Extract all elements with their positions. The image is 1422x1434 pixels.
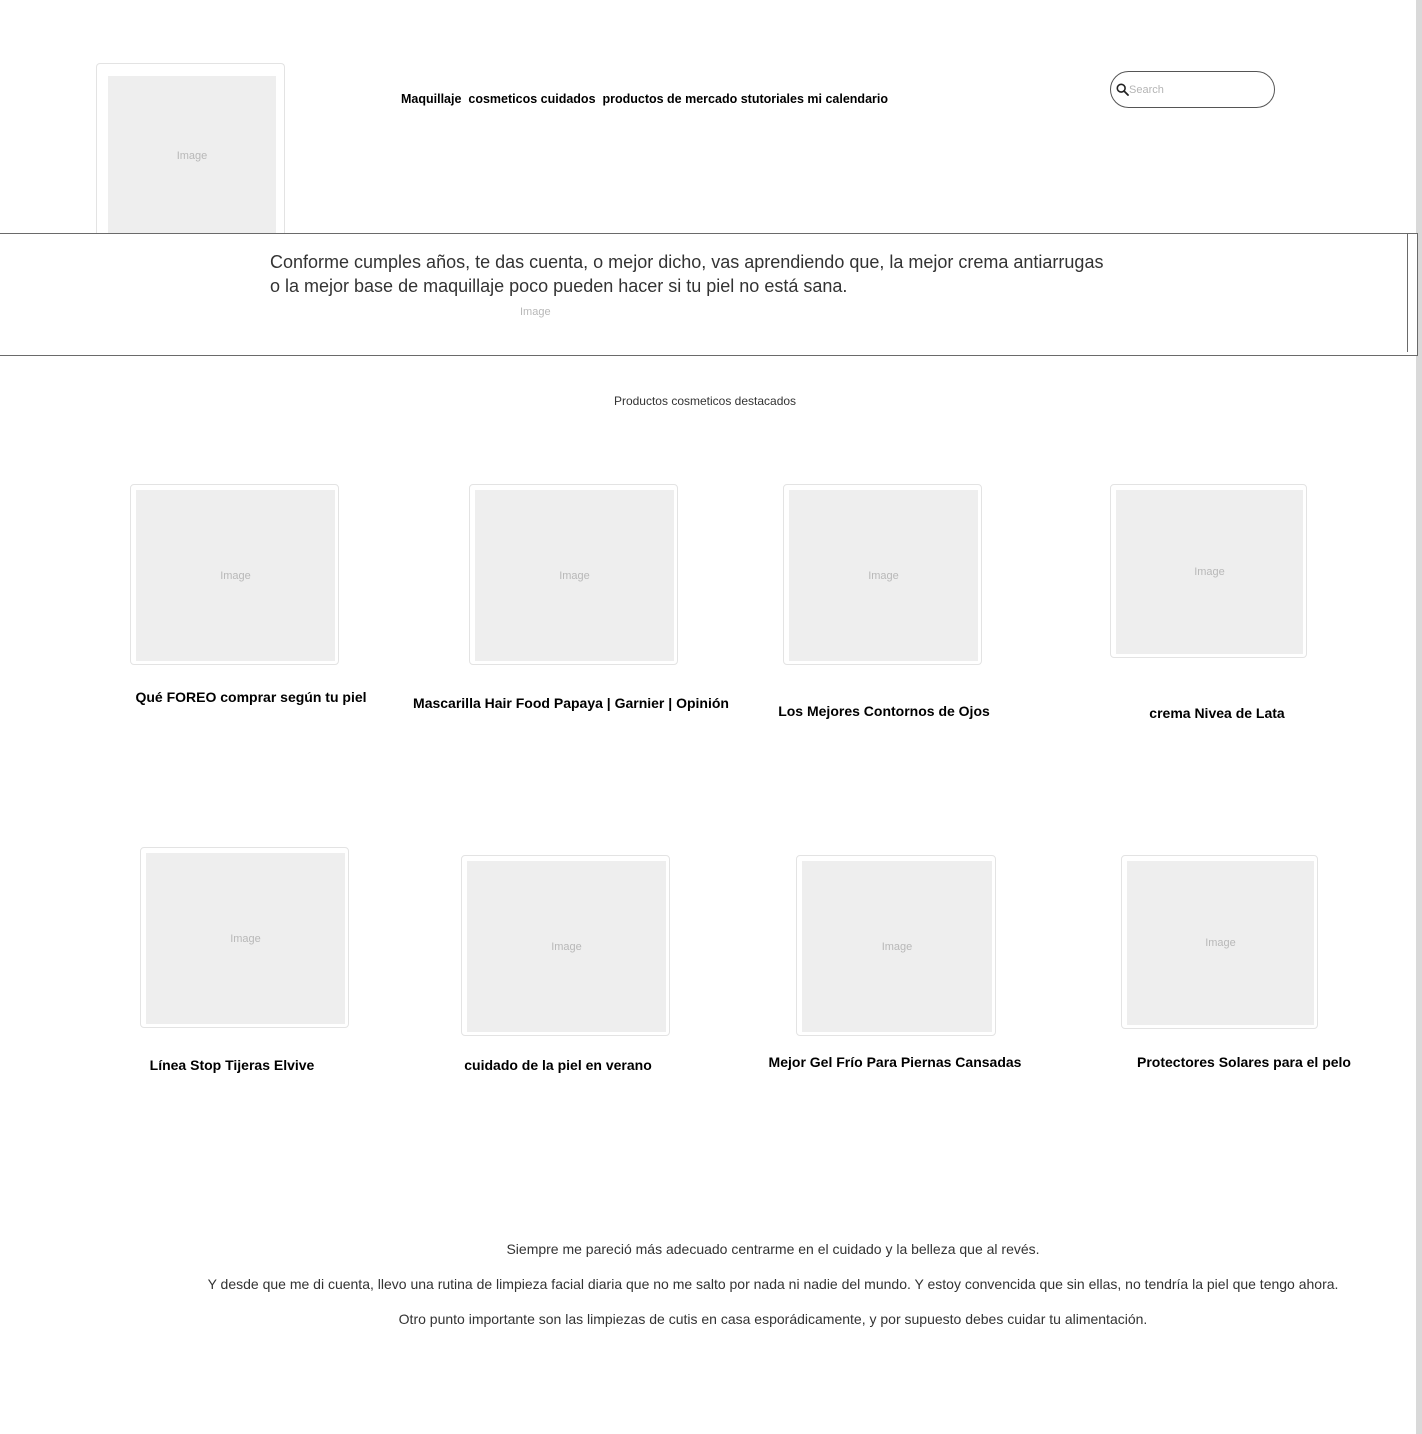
product-image-placeholder: Image — [136, 490, 335, 661]
nav-item-stutoriales[interactable]: stutoriales — [741, 92, 804, 106]
banner-line-2: o la mejor base de maquillaje poco puede… — [270, 276, 848, 296]
page-right-edge — [1416, 0, 1422, 1434]
product-title-8[interactable]: Protectores Solares para el pelo — [1137, 1054, 1351, 1070]
product-image-4[interactable]: Image — [1110, 484, 1307, 658]
product-image-placeholder: Image — [475, 490, 674, 661]
featured-section-title: Productos cosmeticos destacados — [613, 394, 797, 408]
product-image-3[interactable]: Image — [783, 484, 982, 665]
image-placeholder-label: Image — [881, 940, 913, 953]
product-image-placeholder: Image — [146, 853, 345, 1024]
search-input[interactable] — [1129, 81, 1264, 99]
product-image-placeholder: Image — [802, 861, 992, 1032]
search-box[interactable] — [1110, 71, 1275, 108]
image-placeholder-label: Image — [551, 940, 582, 953]
hero-banner: Conforme cumples años, te das cuenta, o … — [0, 233, 1418, 356]
banner-text: Conforme cumples años, te das cuenta, o … — [270, 250, 1150, 298]
footer-paragraph-3: Otro punto importante son las limpiezas … — [398, 1311, 1148, 1327]
image-placeholder-label: Image — [230, 932, 261, 945]
main-nav: Maquillaje cosmeticos cuidados productos… — [401, 92, 888, 106]
image-placeholder-label: Image — [176, 150, 208, 162]
banner-divider — [1407, 234, 1408, 352]
banner-image-placeholder: Image — [520, 306, 551, 318]
product-title-3[interactable]: Los Mejores Contornos de Ojos — [778, 703, 990, 719]
product-title-4[interactable]: crema Nivea de Lata — [1149, 705, 1284, 721]
product-image-placeholder: Image — [467, 861, 666, 1032]
footer-paragraph-2: Y desde que me di cuenta, llevo una ruti… — [207, 1276, 1339, 1292]
search-icon — [1116, 83, 1129, 96]
nav-item-productos-de-mercado[interactable]: productos de mercado — [602, 92, 737, 106]
banner-line-1: Conforme cumples años, te das cuenta, o … — [270, 252, 1104, 272]
product-image-placeholder: Image — [1116, 490, 1303, 654]
product-title-2[interactable]: Mascarilla Hair Food Papaya | Garnier | … — [413, 695, 729, 711]
image-placeholder-label: Image — [1194, 566, 1225, 578]
nav-item-mi-calendario[interactable]: mi calendario — [807, 92, 888, 106]
image-placeholder-label: Image — [1205, 937, 1236, 949]
product-image-8[interactable]: Image — [1121, 855, 1318, 1029]
footer-paragraph-1: Siempre me pareció más adecuado centrarm… — [506, 1241, 1040, 1257]
product-image-7[interactable]: Image — [796, 855, 996, 1036]
product-image-1[interactable]: Image — [130, 484, 339, 665]
nav-item-maquillaje[interactable]: Maquillaje — [401, 92, 461, 106]
image-placeholder-label: Image — [868, 569, 899, 582]
product-image-placeholder: Image — [789, 490, 978, 661]
product-title-6[interactable]: cuidado de la piel en verano — [464, 1057, 652, 1073]
product-image-placeholder: Image — [1127, 861, 1314, 1025]
product-title-7[interactable]: Mejor Gel Frío Para Piernas Cansadas — [769, 1054, 1022, 1070]
image-placeholder-label: Image — [220, 569, 251, 582]
nav-item-cosmeticos-cuidados[interactable]: cosmeticos cuidados — [468, 92, 595, 106]
product-title-1[interactable]: Qué FOREO comprar según tu piel — [135, 689, 366, 705]
product-title-5[interactable]: Línea Stop Tijeras Elvive — [150, 1057, 315, 1073]
product-image-6[interactable]: Image — [461, 855, 670, 1036]
image-placeholder-label: Image — [559, 569, 590, 582]
logo-image-placeholder: Image — [108, 76, 276, 236]
logo-image[interactable]: Image — [96, 63, 285, 243]
product-image-2[interactable]: Image — [469, 484, 678, 665]
product-image-5[interactable]: Image — [140, 847, 349, 1028]
